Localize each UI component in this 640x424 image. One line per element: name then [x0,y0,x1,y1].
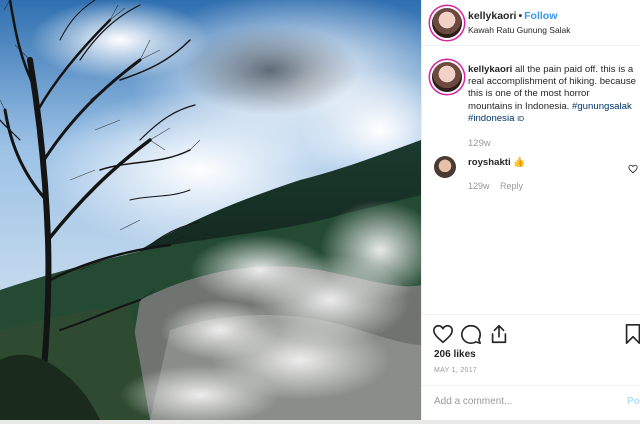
comment-meta: 129w Reply [468,181,523,191]
commenter-avatar[interactable] [434,156,456,178]
likes-count[interactable]: 206 likes [434,349,476,360]
comment-icon[interactable] [460,323,482,345]
heart-icon[interactable] [432,323,454,345]
action-bar: 206 likes MAY 1, 2017 Post [422,314,640,414]
caption-tag-suffix: ID [517,115,525,123]
caption-username[interactable]: kellykaori [468,64,512,75]
author-username[interactable]: kellykaori [468,10,516,22]
reply-button[interactable]: Reply [500,181,523,191]
comment-form: Post [422,385,640,420]
comment-timestamp[interactable]: 129w [468,181,490,191]
comment-body: 👍 [513,157,526,168]
follow-button[interactable]: Follow [524,10,557,22]
bookmark-icon[interactable] [622,323,640,345]
comment-input[interactable] [434,396,614,407]
comment-like-heart-icon[interactable] [628,161,638,179]
post-header: kellykaori • Follow Kawah Ratu Gunung Sala… [422,0,640,46]
post-date[interactable]: MAY 1, 2017 [434,367,477,374]
caption-text: kellykaori all the pain paid off. this i… [468,64,636,126]
author-avatar[interactable] [432,8,462,38]
post-sidebar: kellykaori • Follow Kawah Ratu Gunung Sala… [421,0,640,424]
post-comment-button[interactable]: Post [627,396,640,407]
caption-avatar[interactable] [432,62,462,92]
author-line: kellykaori • Follow [468,10,557,22]
comment-username[interactable]: royshakti [468,157,511,168]
page-bottom-divider [0,420,640,424]
location-link[interactable]: Kawah Ratu Gunung Salak [468,25,571,35]
separator-dot: • [518,10,523,22]
comment-text: royshakti 👍 [468,157,525,168]
landscape-photo-image [0,0,421,420]
caption-timestamp[interactable]: 129w [468,138,491,149]
post-photo[interactable] [0,0,421,420]
share-icon[interactable] [488,323,510,345]
